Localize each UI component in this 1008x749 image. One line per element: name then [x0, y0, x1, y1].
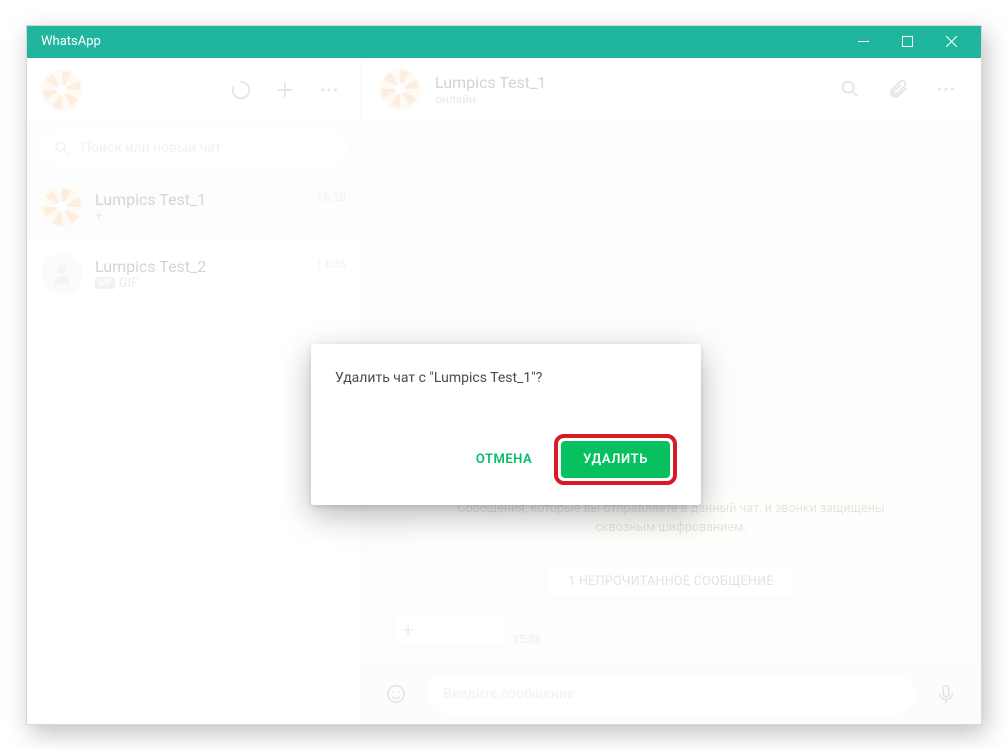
chat-time: 15:38 — [316, 190, 346, 204]
window-minimize-button[interactable] — [841, 26, 885, 58]
attach-icon[interactable] — [881, 72, 915, 106]
conversation-menu-icon[interactable] — [929, 72, 963, 106]
status-icon[interactable] — [224, 73, 258, 107]
window-close-button[interactable] — [929, 26, 973, 58]
dialog-text: Удалить чат с "Lumpics Test_1"? — [335, 370, 677, 386]
contact-name: Lumpics Test_1 — [435, 73, 819, 92]
chat-avatar — [41, 253, 83, 295]
delete-chat-dialog: Удалить чат с "Lumpics Test_1"? ОТМЕНА У… — [311, 344, 701, 505]
chat-preview: + — [95, 209, 304, 224]
message-content: + — [403, 620, 413, 641]
search-input[interactable] — [81, 140, 334, 156]
unread-banner: 1 НЕПРОЧИТАННОЕ СООБЩЕНИЕ — [548, 566, 794, 597]
message-input[interactable] — [443, 686, 899, 702]
contact-status: онлайн — [435, 92, 819, 106]
message-time: 15:38 — [513, 633, 540, 646]
sidebar-header — [27, 58, 360, 122]
search-in-chat-icon[interactable] — [833, 72, 867, 106]
new-chat-icon[interactable] — [268, 73, 302, 107]
search-icon — [53, 139, 71, 157]
message-composer — [361, 664, 981, 724]
whatsapp-window: WhatsApp — [26, 25, 982, 725]
menu-icon[interactable] — [312, 73, 346, 107]
window-maximize-button[interactable] — [885, 26, 929, 58]
search-bar — [27, 122, 360, 174]
chat-name: Lumpics Test_2 — [95, 257, 304, 276]
window-title: WhatsApp — [41, 34, 841, 49]
cancel-button[interactable]: ОТМЕНА — [460, 442, 548, 477]
dialog-actions: ОТМЕНА УДАЛИТЬ — [335, 434, 677, 485]
chat-list-item[interactable]: Lumpics Test_1 + 15:38 — [27, 174, 360, 241]
conversation-header[interactable]: Lumpics Test_1 онлайн — [361, 58, 981, 122]
window-titlebar: WhatsApp — [27, 26, 981, 58]
delete-button-highlight: УДАЛИТЬ — [554, 434, 677, 485]
search-input-wrap[interactable] — [39, 130, 348, 166]
chat-preview: GIF GIF — [95, 276, 304, 291]
chat-list-item[interactable]: Lumpics Test_2 GIF GIF 14:36 — [27, 241, 360, 308]
message-input-shell[interactable] — [427, 674, 915, 714]
chat-avatar — [41, 186, 83, 228]
delete-button[interactable]: УДАЛИТЬ — [561, 441, 670, 478]
emoji-icon[interactable] — [379, 677, 413, 711]
chat-time: 14:36 — [316, 257, 346, 271]
chat-name: Lumpics Test_1 — [95, 190, 304, 209]
message-row: + 15:38 — [395, 615, 947, 646]
self-avatar[interactable] — [41, 69, 83, 111]
app-body: Lumpics Test_1 + 15:38 Lumpics Test_2 GI… — [27, 58, 981, 724]
message-bubble[interactable]: + — [395, 615, 505, 646]
gif-badge: GIF — [95, 277, 115, 289]
contact-avatar[interactable] — [379, 68, 421, 110]
mic-icon[interactable] — [929, 677, 963, 711]
